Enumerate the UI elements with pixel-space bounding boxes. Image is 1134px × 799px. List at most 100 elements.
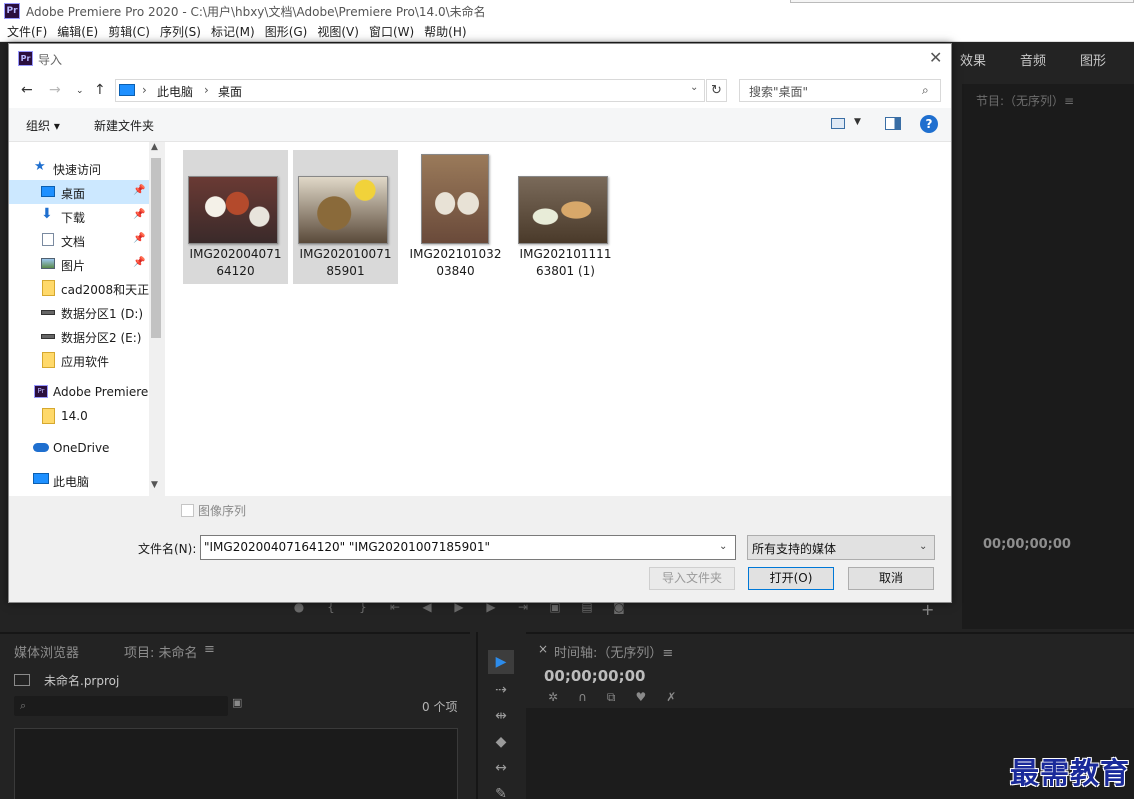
search-input[interactable]: 搜索"桌面" ⌕ <box>739 79 941 102</box>
filename-input[interactable]: "IMG20200407164120" "IMG20201007185901" … <box>200 535 736 560</box>
menu-help[interactable]: 帮助(H) <box>421 23 473 40</box>
refresh-icon[interactable]: ↻ <box>706 79 727 102</box>
scrollbar-thumb[interactable] <box>151 158 161 338</box>
timeline-title[interactable]: 时间轴:（无序列）≡ <box>554 642 673 661</box>
add-marker-icon[interactable]: ♥ <box>635 690 646 705</box>
project-search-input[interactable]: ⌕ <box>14 696 228 716</box>
navigation-bar: ← → ⌄ ↑ › 此电脑 › 桌面 ⌄ ↻ 搜索"桌面" ⌕ <box>9 74 951 108</box>
dialog-close-icon[interactable]: ✕ <box>929 48 942 67</box>
chevron-right-icon[interactable]: › <box>204 83 209 97</box>
cancel-button[interactable]: 取消 <box>848 567 934 590</box>
pen-tool-icon[interactable]: ✎ <box>488 782 514 799</box>
forward-arrow-icon[interactable]: → <box>49 82 61 98</box>
menu-clip[interactable]: 剪辑(C) <box>105 23 157 40</box>
address-segment-desktop[interactable]: 桌面 <box>218 83 242 100</box>
up-arrow-icon[interactable]: ↑ <box>94 82 106 98</box>
recent-locations-icon[interactable]: ⌄ <box>76 86 84 96</box>
preview-pane-icon[interactable] <box>885 117 901 130</box>
import-folder-button[interactable]: 导入文件夹 <box>649 567 735 590</box>
chevron-down-icon[interactable]: ▼ <box>854 117 861 127</box>
workspace-tab-graphics[interactable]: 图形 <box>1072 48 1132 78</box>
menu-window[interactable]: 窗口(W) <box>366 23 421 40</box>
file-tile[interactable]: IMG20200407164120 <box>183 150 288 284</box>
nav-item-quick-access[interactable]: ★ 快速访问 <box>9 156 149 180</box>
menu-view[interactable]: 视图(V) <box>314 23 366 40</box>
nav-item-apps-folder[interactable]: 应用软件 <box>9 348 149 372</box>
workspace-tabs: 效果 音频 图形 <box>952 48 1134 78</box>
workspace-tab-audio[interactable]: 音频 <box>1012 48 1072 78</box>
address-bar[interactable]: › 此电脑 › 桌面 ⌄ <box>115 79 705 102</box>
chevron-up-icon[interactable]: ▲ <box>151 142 158 152</box>
filetype-select[interactable]: 所有支持的媒体 ⌄ <box>747 535 935 560</box>
project-item-count: 0 个项 <box>422 700 458 714</box>
tab-project[interactable]: 项目: 未命名 <box>124 642 198 661</box>
selection-tool-icon[interactable]: ▶ <box>488 650 514 674</box>
program-timecode[interactable]: 00;00;00;00 <box>983 537 1071 552</box>
settings-wrench-icon[interactable]: ✗ <box>666 690 676 705</box>
tab-media-browser[interactable]: 媒体浏览器 <box>14 642 79 661</box>
slip-tool-icon[interactable]: ↔ <box>488 756 514 780</box>
razor-tool-icon[interactable]: ◆ <box>488 730 514 754</box>
project-item-list[interactable] <box>14 728 458 799</box>
project-panel-menu-icon[interactable]: ≡ <box>204 642 215 657</box>
nav-item-desktop[interactable]: 桌面 📌 <box>9 180 149 204</box>
chevron-down-icon[interactable]: ▼ <box>151 480 158 490</box>
nav-item-folder-14[interactable]: 14.0 <box>9 404 149 428</box>
nav-item-adobe-premiere[interactable]: Pr Adobe Premiere <box>9 380 149 404</box>
nav-item-downloads[interactable]: ⬇ 下载 📌 <box>9 204 149 228</box>
drive-icon <box>41 310 55 315</box>
timeline-close-icon[interactable]: × <box>538 642 548 656</box>
linked-selection-icon[interactable]: ⧉ <box>607 690 616 705</box>
menu-graphics[interactable]: 图形(G) <box>262 23 315 40</box>
timeline-timecode[interactable]: 00;00;00;00 <box>544 667 646 685</box>
nav-item-onedrive[interactable]: OneDrive <box>9 436 149 460</box>
address-segment-this-pc[interactable]: 此电脑 <box>157 83 193 100</box>
file-name: IMG20210103203840 <box>409 247 502 278</box>
chevron-down-icon[interactable]: ⌄ <box>919 541 927 552</box>
menu-sequence[interactable]: 序列(S) <box>157 23 208 40</box>
snap-icon[interactable]: ∩ <box>578 690 587 705</box>
file-tile[interactable]: IMG20201007185901 <box>293 150 398 284</box>
nest-icon[interactable]: ✲ <box>548 690 558 705</box>
menu-marker[interactable]: 标记(M) <box>208 23 262 40</box>
folder-icon <box>42 352 55 368</box>
nav-item-cad-folder[interactable]: cad2008和天正 <box>9 276 149 300</box>
navigation-scrollbar[interactable]: ▲ ▼ <box>149 142 163 496</box>
ripple-edit-tool-icon[interactable]: ⇹ <box>488 704 514 728</box>
folder-icon <box>42 280 55 296</box>
track-select-tool-icon[interactable]: ⇢ <box>488 678 514 702</box>
chevron-down-icon[interactable]: ⌄ <box>719 541 727 552</box>
pin-icon[interactable]: 📌 <box>133 233 145 244</box>
organize-button[interactable]: 组织 ▾ <box>26 117 60 134</box>
file-name: IMG20201007185901 <box>299 247 392 278</box>
pin-icon[interactable]: 📌 <box>133 185 145 196</box>
menu-edit[interactable]: 编辑(E) <box>54 23 105 40</box>
timeline-toolbar: ✲ ∩ ⧉ ♥ ✗ <box>548 690 676 705</box>
chevron-right-icon[interactable]: › <box>142 83 147 97</box>
file-tile[interactable]: IMG20210111163801 (1) <box>513 150 618 284</box>
nav-item-drive-e[interactable]: 数据分区2 (E:) <box>9 324 149 348</box>
bin-icon[interactable]: ▣ <box>232 696 242 709</box>
nav-item-this-pc[interactable]: 此电脑 <box>9 468 149 492</box>
back-arrow-icon[interactable]: ← <box>21 82 33 98</box>
premiere-logo-icon: Pr <box>4 3 20 19</box>
image-sequence-checkbox[interactable] <box>181 504 194 517</box>
app-titlebar: Pr Adobe Premiere Pro 2020 - C:\用户\hbxy\… <box>0 0 1134 22</box>
pin-icon[interactable]: 📌 <box>133 209 145 220</box>
nav-item-pictures[interactable]: 图片 📌 <box>9 252 149 276</box>
overlay-window-edge <box>790 0 1134 3</box>
file-tile[interactable]: IMG20210103203840 <box>403 150 508 284</box>
open-button[interactable]: 打开(O) <box>748 567 834 590</box>
workspace-tab-effects[interactable]: 效果 <box>952 48 1012 78</box>
chevron-down-icon[interactable]: ⌄ <box>690 82 698 93</box>
program-monitor-title[interactable]: 节目:（无序列）≡ <box>976 92 1074 109</box>
new-folder-button[interactable]: 新建文件夹 <box>94 117 154 134</box>
help-icon[interactable]: ? <box>920 115 938 133</box>
pin-icon[interactable]: 📌 <box>133 257 145 268</box>
filename-value: "IMG20200407164120" "IMG20201007185901" <box>204 540 491 554</box>
menu-file[interactable]: 文件(F) <box>4 23 54 40</box>
view-options-icon[interactable] <box>831 118 845 129</box>
nav-item-drive-d[interactable]: 数据分区1 (D:) <box>9 300 149 324</box>
nav-item-documents[interactable]: 文档 📌 <box>9 228 149 252</box>
search-icon[interactable]: ⌕ <box>922 83 929 98</box>
